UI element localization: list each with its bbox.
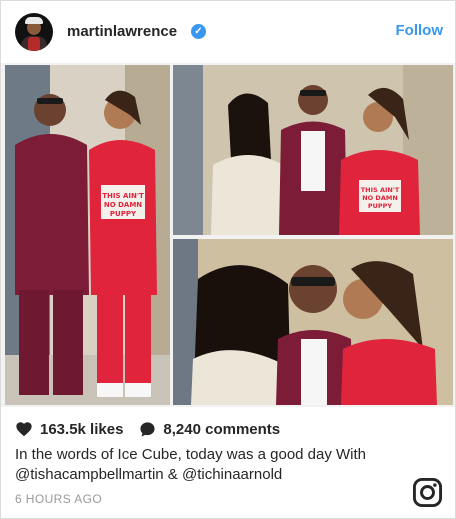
photo-top-right: THIS AIN'T NO DAMN PUPPY [173, 65, 453, 235]
mention-link[interactable]: @tishacampbellmartin [15, 466, 164, 483]
post-image-collage[interactable]: THIS AIN'T NO DAMN PUPPY THIS AIN'T NO D… [1, 63, 455, 407]
post-caption: In the words of Ice Cube, today was a go… [15, 445, 415, 485]
comments-count[interactable]: 8,240 comments [163, 421, 280, 438]
likes-count[interactable]: 163.5k likes [40, 421, 123, 438]
post-header: martinlawrence ✓ Follow [1, 1, 455, 63]
instagram-logo-icon[interactable] [412, 477, 443, 508]
mention-link[interactable]: @tichinaarnold [182, 466, 282, 483]
username[interactable]: martinlawrence [67, 23, 177, 40]
instagram-post-embed: martinlawrence ✓ Follow THIS AIN'T NO DA… [0, 0, 456, 519]
comment-bubble-icon[interactable] [139, 421, 156, 438]
svg-text:THIS AIN'T: THIS AIN'T [361, 186, 400, 194]
verified-badge-icon: ✓ [191, 24, 206, 39]
svg-text:PUPPY: PUPPY [110, 210, 137, 218]
photo-bottom-right-illustration [173, 239, 453, 405]
svg-text:NO DAMN: NO DAMN [362, 194, 398, 202]
caption-ampersand: & [163, 466, 182, 483]
photo-top-right-illustration: THIS AIN'T NO DAMN PUPPY [173, 65, 453, 235]
post-timestamp[interactable]: 6 HOURS AGO [15, 492, 102, 506]
avatar[interactable] [15, 13, 53, 51]
engagement-row: 163.5k likes 8,240 comments [15, 419, 280, 439]
svg-text:THIS AIN'T: THIS AIN'T [102, 192, 144, 200]
photo-left-illustration: THIS AIN'T NO DAMN PUPPY [5, 65, 170, 405]
svg-text:NO DAMN: NO DAMN [104, 201, 142, 209]
heart-icon[interactable] [15, 421, 33, 437]
photo-left: THIS AIN'T NO DAMN PUPPY [5, 65, 170, 405]
avatar-accent [28, 37, 40, 51]
svg-text:PUPPY: PUPPY [368, 202, 393, 210]
avatar-cap [25, 17, 43, 24]
follow-button[interactable]: Follow [396, 22, 444, 39]
caption-text: In the words of Ice Cube, today was a go… [15, 446, 367, 463]
photo-bottom-right [173, 239, 453, 405]
